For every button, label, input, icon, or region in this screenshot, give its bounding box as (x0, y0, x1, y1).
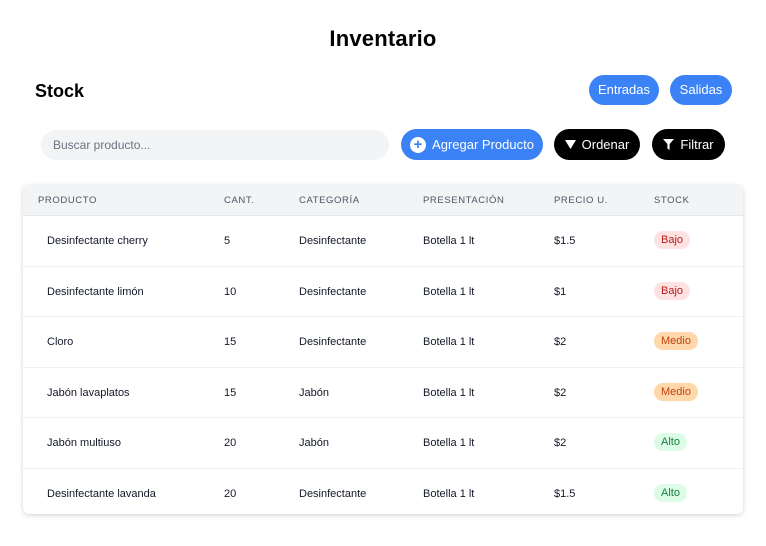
funnel-icon (663, 139, 675, 150)
table-row[interactable]: Jabón lavaplatos 15 Jabón Botella 1 lt $… (23, 368, 743, 418)
cell-presentacion: Botella 1 lt (423, 285, 475, 298)
plus-circle-icon: + (410, 136, 427, 153)
cell-categoria: Desinfectante (299, 336, 367, 348)
cell-precio: $1.5 (554, 235, 576, 247)
triangle-down-icon (564, 140, 576, 149)
cell-precio: $2 (554, 386, 567, 399)
cell-presentacion: Botella 1 lt (423, 336, 475, 348)
status-badge: Alto (654, 483, 687, 502)
cell-cantidad: 20 (224, 437, 237, 449)
search-input[interactable] (41, 130, 389, 160)
cell-producto: Desinfectante cherry (47, 235, 148, 247)
page-title: Inventario (329, 26, 437, 51)
filter-label: Filtrar (680, 137, 714, 152)
table-row[interactable]: Cloro 15 Desinfectante Botella 1 lt $2 M… (23, 317, 743, 368)
cell-presentacion: Botella 1 lt (423, 386, 475, 399)
cell-categoria: Jabón (299, 437, 329, 449)
cell-precio: $2 (554, 336, 567, 348)
add-product-label: Agregar Producto (432, 137, 534, 152)
status-badge: Medio (654, 382, 698, 401)
cell-categoria: Jabón (299, 386, 329, 399)
cell-producto: Jabón lavaplatos (47, 386, 130, 399)
cell-precio: $1.5 (554, 487, 576, 500)
table-row[interactable]: Jabón multiuso 20 Jabón Botella 1 lt $2 … (23, 418, 743, 469)
salidas-button[interactable]: Salidas (670, 75, 732, 105)
cell-cantidad: 5 (224, 235, 231, 247)
status-badge: Bajo (654, 231, 691, 249)
column-header-stock[interactable]: STOCK (654, 195, 690, 206)
sort-button[interactable]: Ordenar (554, 129, 640, 160)
table-row[interactable]: Desinfectante limón 10 Desinfectante Bot… (23, 267, 743, 317)
cell-cantidad: 20 (224, 487, 237, 500)
cell-producto: Desinfectante lavanda (47, 487, 156, 500)
cell-producto: Desinfectante limón (47, 285, 144, 298)
cell-precio: $2 (554, 437, 567, 449)
table-header: PRODUCTO CANT. CATEGORÍA PRESENTACIÓN PR… (23, 185, 743, 216)
entradas-button[interactable]: Entradas (589, 75, 659, 105)
status-badge: Alto (654, 433, 687, 451)
cell-cantidad: 15 (224, 386, 237, 399)
cell-presentacion: Botella 1 lt (423, 235, 475, 247)
cell-cantidad: 10 (224, 285, 237, 298)
add-product-button[interactable]: + Agregar Producto (401, 129, 543, 160)
cell-categoria: Desinfectante (299, 235, 367, 247)
cell-presentacion: Botella 1 lt (423, 487, 475, 500)
column-header-cantidad[interactable]: CANT. (224, 195, 254, 206)
cell-categoria: Desinfectante (299, 487, 367, 500)
section-title: Stock (35, 81, 85, 101)
column-header-producto[interactable]: PRODUCTO (38, 195, 97, 206)
cell-producto: Cloro (47, 336, 74, 348)
cell-precio: $1 (554, 285, 567, 298)
filter-button[interactable]: Filtrar (652, 129, 725, 160)
inventory-table: PRODUCTO CANT. CATEGORÍA PRESENTACIÓN PR… (23, 185, 743, 514)
inventory-page: Inventario Stock Entradas Salidas + Agre… (0, 0, 766, 546)
table-row[interactable]: Desinfectante lavanda 20 Desinfectante B… (23, 469, 743, 515)
cell-producto: Jabón multiuso (47, 437, 121, 449)
cell-presentacion: Botella 1 lt (423, 437, 475, 449)
column-header-categoria[interactable]: CATEGORÍA (299, 195, 360, 206)
column-header-presentacion[interactable]: PRESENTACIÓN (423, 195, 504, 206)
table-row[interactable]: Desinfectante cherry 5 Desinfectante Bot… (23, 216, 743, 267)
cell-categoria: Desinfectante (299, 285, 367, 298)
status-badge: Medio (654, 332, 698, 350)
sort-label: Ordenar (581, 137, 630, 152)
status-badge: Bajo (654, 281, 691, 300)
cell-cantidad: 15 (224, 336, 237, 348)
column-header-precio[interactable]: PRECIO U. (554, 195, 608, 206)
